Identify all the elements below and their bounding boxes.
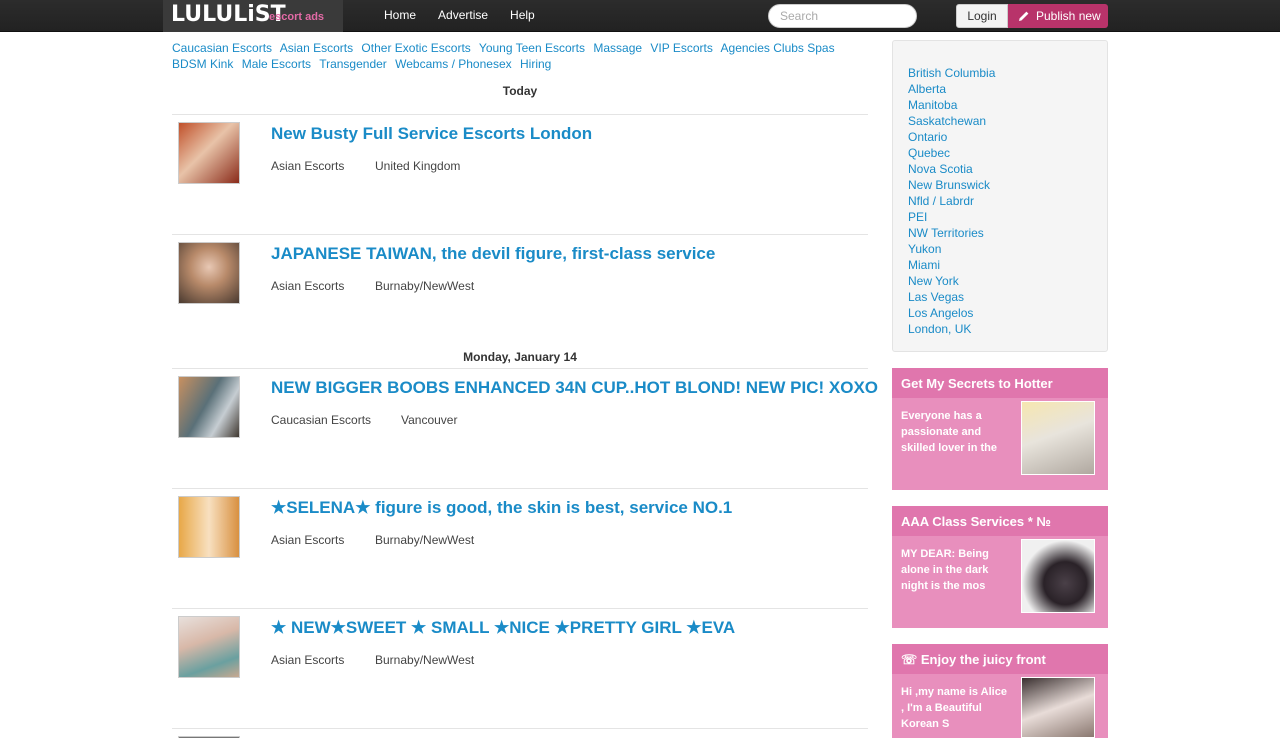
ad-image[interactable] bbox=[1021, 401, 1095, 475]
login-button[interactable]: Login bbox=[956, 4, 1008, 28]
category-link[interactable]: Other Exotic Escorts bbox=[361, 41, 470, 55]
category-link[interactable]: VIP Escorts bbox=[650, 41, 712, 55]
listing-thumbnail[interactable] bbox=[178, 122, 240, 184]
listing-title[interactable]: ★SELENA★ figure is good, the skin is bes… bbox=[271, 498, 732, 518]
listing-title[interactable]: New Busty Full Service Escorts London bbox=[271, 124, 592, 144]
nav-help-link[interactable]: Help bbox=[510, 8, 535, 22]
region-link[interactable]: Ontario bbox=[908, 129, 1107, 145]
region-link[interactable]: Yukon bbox=[908, 241, 1107, 257]
region-link[interactable]: Alberta bbox=[908, 81, 1107, 97]
category-link[interactable]: Caucasian Escorts bbox=[172, 41, 272, 55]
listing-item[interactable]: ★ NEW★SWEET ★ SMALL ★NICE ★PRETTY GIRL ★… bbox=[172, 608, 868, 728]
region-link[interactable]: Nfld / Labrdr bbox=[908, 193, 1107, 209]
listing-thumbnail[interactable] bbox=[178, 496, 240, 558]
listing-category: Asian Escorts bbox=[271, 159, 345, 173]
listing-item[interactable]: New Busty Full Service Escorts London As… bbox=[172, 114, 868, 234]
publish-new-button[interactable]: Publish new bbox=[1008, 4, 1108, 28]
category-link[interactable]: Massage bbox=[593, 41, 642, 55]
top-navbar: LULULiST escort ads Home Advertise Help … bbox=[0, 0, 1280, 32]
listing-category: Asian Escorts bbox=[271, 653, 345, 667]
ad-image[interactable] bbox=[1021, 677, 1095, 738]
nav-advertise-link[interactable]: Advertise bbox=[438, 8, 488, 22]
category-link[interactable]: Asian Escorts bbox=[280, 41, 353, 55]
category-link[interactable]: Hiring bbox=[520, 57, 551, 71]
category-link[interactable]: Webcams / Phonesex bbox=[395, 57, 512, 71]
listing-item[interactable] bbox=[172, 728, 868, 738]
ad-text: MY DEAR: Being alone in the dark night i… bbox=[901, 548, 989, 592]
listing-location: Burnaby/NewWest bbox=[375, 653, 475, 667]
listing-title[interactable]: JAPANESE TAIWAN, the devil figure, first… bbox=[271, 244, 715, 264]
ad-title[interactable]: ☏ Enjoy the juicy front bbox=[892, 644, 1108, 674]
category-link[interactable]: Agencies Clubs Spas bbox=[721, 41, 835, 55]
region-link[interactable]: Las Vegas bbox=[908, 289, 1107, 305]
listing-category: Asian Escorts bbox=[271, 533, 345, 547]
logo[interactable]: LULULiST escort ads bbox=[163, 0, 343, 32]
listing-category: Caucasian Escorts bbox=[271, 413, 372, 427]
category-link[interactable]: Male Escorts bbox=[242, 57, 311, 71]
ad-title[interactable]: AAA Class Services * № bbox=[892, 506, 1108, 536]
main-nav: Home Advertise Help bbox=[384, 8, 535, 22]
ad-title[interactable]: Get My Secrets to Hotter bbox=[892, 368, 1108, 398]
region-link[interactable]: New York bbox=[908, 273, 1107, 289]
region-link[interactable]: Saskatchewan bbox=[908, 113, 1107, 129]
ad-text: Hi ,my name is Alice , I'm a Beautiful K… bbox=[901, 686, 1007, 730]
region-link[interactable]: Manitoba bbox=[908, 97, 1107, 113]
region-link[interactable]: Nova Scotia bbox=[908, 161, 1107, 177]
region-link[interactable]: Los Angelos bbox=[908, 305, 1107, 321]
ad-image[interactable] bbox=[1021, 539, 1095, 613]
region-link[interactable]: New Brunswick bbox=[908, 177, 1107, 193]
region-link[interactable]: NW Territories bbox=[908, 225, 1107, 241]
region-link[interactable]: Quebec bbox=[908, 145, 1107, 161]
listing-item[interactable]: ★SELENA★ figure is good, the skin is bes… bbox=[172, 488, 868, 608]
logo-subtitle: escort ads bbox=[269, 11, 325, 23]
listing-location: Vancouver bbox=[401, 413, 458, 427]
sidebar-ad[interactable]: ☏ Enjoy the juicy front Hi ,my name is A… bbox=[892, 644, 1108, 738]
listing-thumbnail[interactable] bbox=[178, 242, 240, 304]
listing-thumbnail[interactable] bbox=[178, 376, 240, 438]
listing-location: United Kingdom bbox=[375, 159, 461, 173]
category-link[interactable]: Young Teen Escorts bbox=[479, 41, 585, 55]
listing-title[interactable]: ★ NEW★SWEET ★ SMALL ★NICE ★PRETTY GIRL ★… bbox=[271, 618, 735, 638]
listing-title[interactable]: NEW BIGGER BOOBS ENHANCED 34N CUP..HOT B… bbox=[271, 378, 878, 398]
category-links: Caucasian Escorts Asian Escorts Other Ex… bbox=[172, 40, 872, 72]
publish-label: Publish new bbox=[1036, 9, 1101, 23]
search-input[interactable] bbox=[768, 4, 917, 28]
date-heading: Monday, January 14 bbox=[463, 350, 577, 364]
sidebar-ad[interactable]: Get My Secrets to Hotter Everyone has a … bbox=[892, 368, 1108, 490]
ad-text: Everyone has a passionate and skilled lo… bbox=[901, 410, 997, 454]
listing-category: Asian Escorts bbox=[271, 279, 345, 293]
listing-thumbnail[interactable] bbox=[178, 616, 240, 678]
category-link[interactable]: Transgender bbox=[319, 57, 387, 71]
regions-panel: British Columbia Alberta Manitoba Saskat… bbox=[892, 40, 1108, 352]
listing-location: Burnaby/NewWest bbox=[375, 533, 475, 547]
pencil-icon bbox=[1019, 11, 1029, 21]
listing-item[interactable]: NEW BIGGER BOOBS ENHANCED 34N CUP..HOT B… bbox=[172, 368, 878, 488]
region-link[interactable]: London, UK bbox=[908, 321, 1107, 337]
sidebar-ad[interactable]: AAA Class Services * № MY DEAR: Being al… bbox=[892, 506, 1108, 628]
region-link[interactable]: Miami bbox=[908, 257, 1107, 273]
date-heading: Today bbox=[502, 84, 538, 98]
region-link[interactable]: PEI bbox=[908, 209, 1107, 225]
listing-item[interactable]: JAPANESE TAIWAN, the devil figure, first… bbox=[172, 234, 868, 354]
listing-location: Burnaby/NewWest bbox=[375, 279, 475, 293]
region-link[interactable]: British Columbia bbox=[908, 65, 1107, 81]
category-link[interactable]: BDSM Kink bbox=[172, 57, 233, 71]
nav-home-link[interactable]: Home bbox=[384, 8, 416, 22]
